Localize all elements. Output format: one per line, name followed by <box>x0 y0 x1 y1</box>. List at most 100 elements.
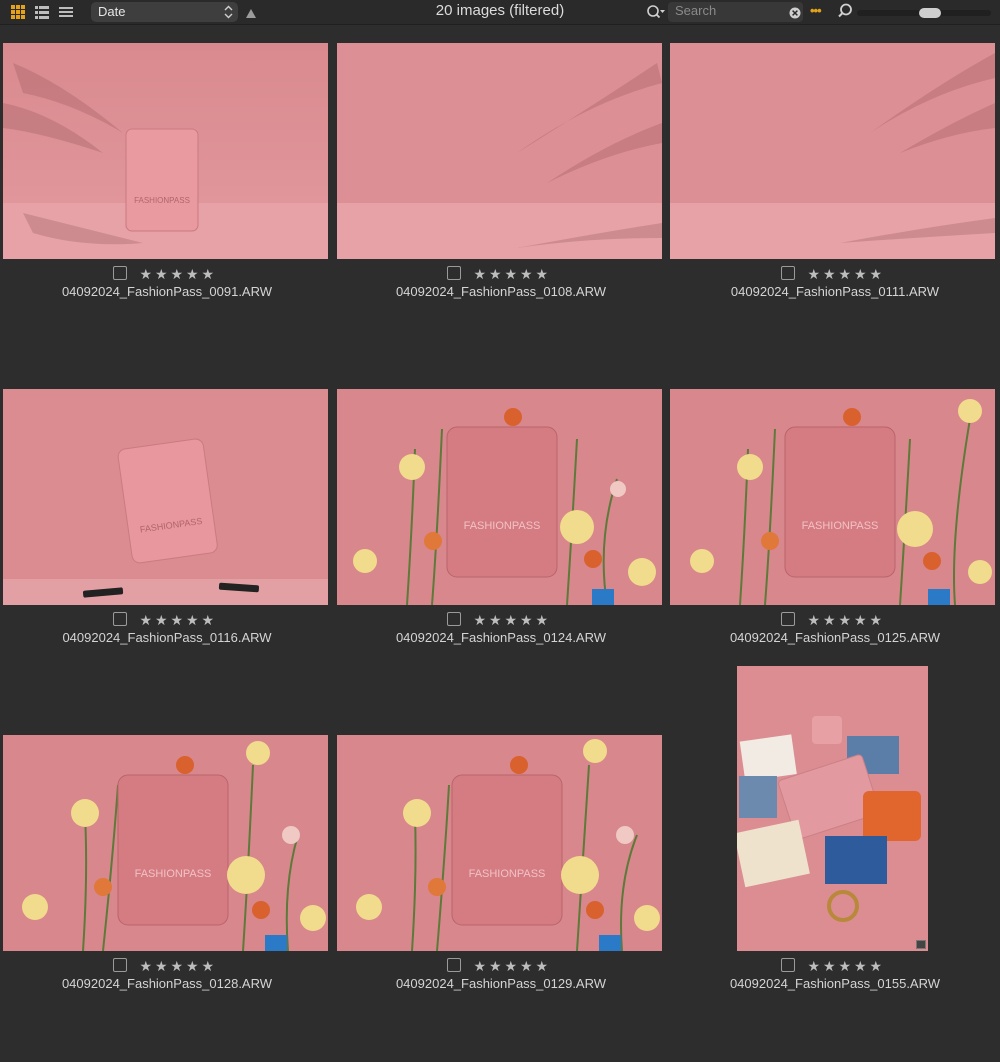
clear-search-icon[interactable] <box>789 6 801 24</box>
image-thumbnail[interactable]: FASHIONPASS <box>3 389 328 605</box>
image-filename: 04092024_FashionPass_0091.ARW <box>61 284 273 299</box>
star-icon[interactable]: ★ <box>200 267 216 281</box>
star-icon[interactable]: ★ <box>853 267 869 281</box>
star-icon[interactable]: ★ <box>200 613 216 627</box>
select-checkbox[interactable] <box>113 958 127 972</box>
image-thumbnail[interactable] <box>670 43 995 259</box>
more-options-icon[interactable]: ••• <box>810 3 822 18</box>
star-rating[interactable]: ★ ★ ★ ★ ★ <box>138 958 216 973</box>
select-checkbox[interactable] <box>781 958 795 972</box>
star-icon[interactable]: ★ <box>169 959 185 973</box>
star-icon[interactable]: ★ <box>185 959 201 973</box>
star-icon[interactable]: ★ <box>169 267 185 281</box>
star-icon[interactable]: ★ <box>154 959 170 973</box>
image-cell: FASHIONPASS ★ ★ ★ ★ ★ 04092024_FashionPass_0… <box>334 370 668 716</box>
star-icon[interactable]: ★ <box>472 613 488 627</box>
star-icon[interactable]: ★ <box>822 267 838 281</box>
star-icon[interactable]: ★ <box>868 959 884 973</box>
bag-logo-text: FASHIONPASS <box>464 520 541 532</box>
browser-toolbar: Date 20 images (filtered) Search ••• <box>0 0 1000 25</box>
image-thumbnail[interactable]: FASHIONPASS <box>337 735 662 951</box>
grid-view-icon[interactable] <box>10 4 26 20</box>
star-icon[interactable]: ★ <box>488 613 504 627</box>
bag-logo-text: FASHIONPASS <box>802 520 879 532</box>
select-checkbox[interactable] <box>447 266 461 280</box>
star-icon[interactable]: ★ <box>138 613 154 627</box>
star-rating[interactable]: ★ ★ ★ ★ ★ <box>472 958 550 973</box>
star-icon[interactable]: ★ <box>519 959 535 973</box>
image-thumbnail[interactable]: FASHIONPASS <box>337 389 662 605</box>
list-view-icon[interactable] <box>34 4 50 20</box>
star-icon[interactable]: ★ <box>488 267 504 281</box>
star-icon[interactable]: ★ <box>138 959 154 973</box>
select-checkbox[interactable] <box>447 612 461 626</box>
star-icon[interactable]: ★ <box>185 267 201 281</box>
image-badge-icon <box>916 940 926 949</box>
star-icon[interactable]: ★ <box>200 959 216 973</box>
zoom-slider-thumb[interactable] <box>918 8 941 18</box>
bag-logo-text: FASHIONPASS <box>135 868 212 880</box>
search-input[interactable]: Search <box>668 2 803 22</box>
star-icon[interactable]: ★ <box>519 613 535 627</box>
image-cell: ★ ★ ★ ★ ★ 04092024_FashionPass_0111.ARW <box>668 24 1000 370</box>
star-icon[interactable]: ★ <box>868 267 884 281</box>
star-rating[interactable]: ★ ★ ★ ★ ★ <box>138 266 216 281</box>
star-rating[interactable]: ★ ★ ★ ★ ★ <box>806 958 884 973</box>
star-icon[interactable]: ★ <box>534 267 550 281</box>
star-icon[interactable]: ★ <box>868 613 884 627</box>
star-icon[interactable]: ★ <box>472 267 488 281</box>
star-icon[interactable]: ★ <box>488 959 504 973</box>
select-checkbox[interactable] <box>113 266 127 280</box>
star-icon[interactable]: ★ <box>154 267 170 281</box>
star-icon[interactable]: ★ <box>837 959 853 973</box>
star-icon[interactable]: ★ <box>534 613 550 627</box>
star-icon[interactable]: ★ <box>822 959 838 973</box>
zoom-slider[interactable] <box>857 8 991 18</box>
star-icon[interactable]: ★ <box>503 267 519 281</box>
sort-select[interactable]: Date <box>91 2 238 22</box>
select-checkbox[interactable] <box>781 266 795 280</box>
sort-direction-icon[interactable] <box>245 6 257 24</box>
star-icon[interactable]: ★ <box>806 959 822 973</box>
star-icon[interactable]: ★ <box>806 267 822 281</box>
star-icon[interactable]: ★ <box>822 613 838 627</box>
image-filename: 04092024_FashionPass_0155.ARW <box>729 976 941 991</box>
star-icon[interactable]: ★ <box>837 613 853 627</box>
star-icon[interactable]: ★ <box>169 613 185 627</box>
star-icon[interactable]: ★ <box>185 613 201 627</box>
star-icon[interactable]: ★ <box>837 267 853 281</box>
image-thumbnail[interactable]: FASHIONPASS <box>670 389 995 605</box>
filmstrip-view-icon[interactable] <box>58 4 74 20</box>
image-filename: 04092024_FashionPass_0129.ARW <box>395 976 607 991</box>
image-cell: FASHIONPASS ★ ★ ★ ★ ★ 04092024_FashionPass_0… <box>0 716 334 1062</box>
search-placeholder: Search <box>675 3 717 18</box>
star-icon[interactable]: ★ <box>503 613 519 627</box>
star-rating[interactable]: ★ ★ ★ ★ ★ <box>472 266 550 281</box>
select-checkbox[interactable] <box>781 612 795 626</box>
select-checkbox[interactable] <box>447 958 461 972</box>
star-icon[interactable]: ★ <box>154 613 170 627</box>
image-thumbnail[interactable] <box>737 666 928 951</box>
star-icon[interactable]: ★ <box>519 267 535 281</box>
star-icon[interactable]: ★ <box>853 959 869 973</box>
star-icon[interactable]: ★ <box>806 613 822 627</box>
search-icon[interactable] <box>646 3 666 26</box>
star-icon[interactable]: ★ <box>138 267 154 281</box>
star-icon[interactable]: ★ <box>503 959 519 973</box>
bag-logo-text: FASHIONPASS <box>134 196 190 205</box>
star-rating[interactable]: ★ ★ ★ ★ ★ <box>138 612 216 627</box>
star-icon[interactable]: ★ <box>534 959 550 973</box>
image-thumbnail[interactable] <box>337 43 662 259</box>
zoom-icon[interactable] <box>837 3 853 24</box>
star-icon[interactable]: ★ <box>853 613 869 627</box>
image-filename: 04092024_FashionPass_0108.ARW <box>395 284 607 299</box>
star-rating[interactable]: ★ ★ ★ ★ ★ <box>806 266 884 281</box>
image-thumbnail[interactable]: FASHIONPASS <box>3 43 328 259</box>
star-rating[interactable]: ★ ★ ★ ★ ★ <box>806 612 884 627</box>
select-checkbox[interactable] <box>113 612 127 626</box>
image-cell: FASHIONPASS ★ ★ ★ ★ ★ 04092024_FashionPass_0… <box>668 370 1000 716</box>
star-rating[interactable]: ★ ★ ★ ★ ★ <box>472 612 550 627</box>
image-thumbnail[interactable]: FASHIONPASS <box>3 735 328 951</box>
image-cell: ★ ★ ★ ★ ★ 04092024_FashionPass_0155.ARW <box>668 666 1000 1062</box>
star-icon[interactable]: ★ <box>472 959 488 973</box>
